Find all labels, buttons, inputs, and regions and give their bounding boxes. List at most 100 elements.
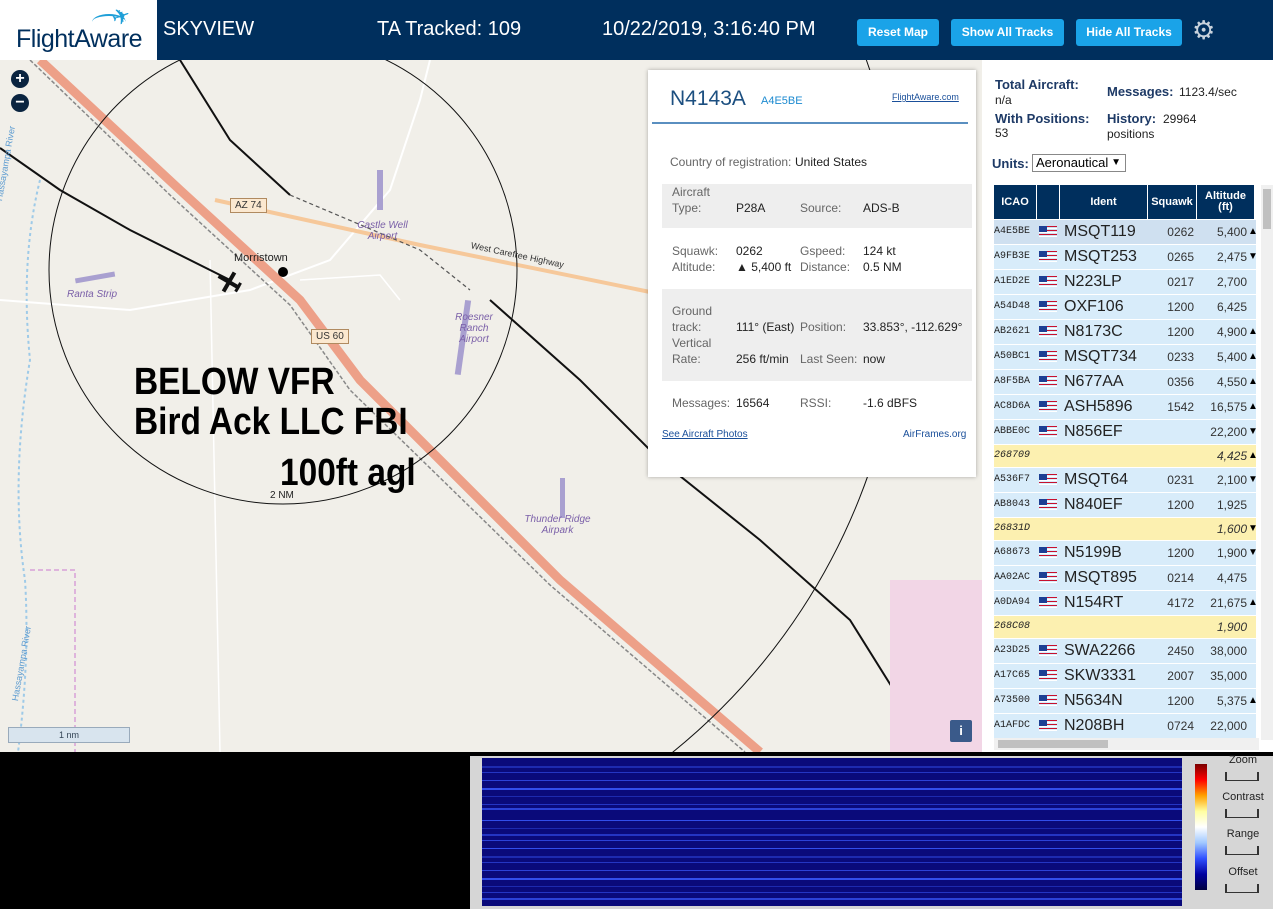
horizontal-scrollbar[interactable] [994, 738, 1259, 750]
country-value: United States [795, 155, 868, 169]
table-row[interactable]: A50BC1 MSQT734 0233 5,400 ▲ [994, 345, 1258, 369]
row-icao: A0DA94 [994, 597, 1031, 608]
us-flag-icon [1039, 376, 1057, 387]
spectrum-band [482, 808, 1182, 810]
position-value: 33.853°, -112.629° [863, 320, 963, 334]
spectrum-band [482, 898, 1182, 900]
row-altitude: 5,400 [1216, 225, 1247, 239]
row-icao: A536F7 [994, 474, 1031, 485]
table-row[interactable]: A17C65 SKW3331 2007 35,000 [994, 664, 1256, 688]
zoom-out-button[interactable]: − [11, 94, 29, 112]
row-squawk: 0231 [1167, 473, 1194, 487]
row-altitude: 1,900 [1216, 620, 1247, 634]
table-row[interactable]: AA02AC MSQT895 0214 4,475 [994, 566, 1256, 590]
settings-gear-icon[interactable]: ⚙ [1192, 15, 1215, 46]
us-flag-icon [1039, 645, 1057, 656]
contrast-control-slider[interactable] [1225, 809, 1259, 818]
row-icao: 268709 [994, 450, 1031, 461]
us-flag-icon [1039, 499, 1057, 510]
roesner-ranch-airport-label: Roesner Ranch Airport [455, 312, 493, 345]
spectrum-band [482, 856, 1182, 858]
aircraft-photos-link[interactable]: See Aircraft Photos [662, 429, 748, 440]
hide-all-tracks-button[interactable]: Hide All Tracks [1076, 19, 1182, 46]
table-row[interactable]: 26831D 1,600 ▼ [994, 518, 1258, 540]
table-row[interactable]: A9FB3E MSQT253 0265 2,475 ▼ [994, 245, 1258, 269]
column-header-squawk[interactable]: Squawk [1148, 185, 1196, 219]
table-row[interactable]: A4E5BE MSQT119 0262 5,400 ▲ [994, 220, 1258, 244]
row-ident: N677AA [1064, 373, 1124, 390]
row-icao: A50BC1 [994, 351, 1031, 362]
range-ring-label: 2 NM [270, 490, 294, 501]
table-row[interactable]: 268C08 1,900 [994, 616, 1256, 638]
messages-label: Messages: [672, 396, 731, 410]
table-row[interactable]: A68673 N5199B 1200 1,900 ▼ [994, 541, 1258, 565]
map-info-button[interactable]: i [950, 720, 972, 742]
zoom-in-button[interactable]: + [11, 70, 29, 88]
with-positions-label: With Positions: [995, 111, 1090, 126]
history-value: 29964 [1163, 112, 1197, 126]
thunder-ridge-airpark-label: Thunder Ridge Airpark [524, 514, 591, 536]
gspeed-label: Gspeed: [800, 244, 846, 258]
column-header-ident[interactable]: Ident [1060, 185, 1147, 219]
table-row[interactable]: A73500 N5634N 1200 5,375 ▲ [994, 689, 1258, 713]
row-squawk: 0724 [1167, 719, 1194, 733]
table-row[interactable]: A1AFDC N208BH 0724 22,000 [994, 714, 1256, 738]
horizontal-scroll-thumb[interactable] [998, 740, 1108, 748]
vertical-scroll-thumb[interactable] [1263, 189, 1271, 229]
overlay-line-2: Bird Ack LLC FBI [134, 401, 408, 443]
zoom-control-slider[interactable] [1225, 772, 1259, 781]
column-header-altitude[interactable]: Altitude (ft) [1197, 185, 1254, 219]
show-all-tracks-button[interactable]: Show All Tracks [951, 19, 1064, 46]
us60-shield: US 60 [311, 329, 349, 344]
row-icao: A17C65 [994, 670, 1031, 681]
airframes-link[interactable]: AirFrames.org [903, 429, 966, 440]
table-row[interactable]: AB2621 N8173C 1200 4,900 ▲ [994, 320, 1258, 344]
row-altitude-trend: ▲ [1248, 376, 1258, 387]
row-altitude: 2,700 [1216, 275, 1247, 289]
town-label: Morristown [234, 252, 288, 264]
row-icao: A68673 [994, 547, 1031, 558]
waterfall-spectrum[interactable] [482, 758, 1182, 906]
reset-map-button[interactable]: Reset Map [857, 19, 939, 46]
offset-control-slider[interactable] [1225, 884, 1259, 893]
vertical-scrollbar[interactable] [1261, 185, 1273, 740]
minor-road [209, 259, 221, 752]
table-row[interactable]: A1ED2E N223LP 0217 2,700 [994, 270, 1256, 294]
table-row[interactable]: AC8D6A ASH5896 1542 16,575 ▲ [994, 395, 1258, 419]
table-row[interactable]: A536F7 MSQT64 0231 2,100 ▼ [994, 468, 1258, 492]
us-flag-icon [1039, 695, 1057, 706]
row-squawk: 0214 [1167, 571, 1194, 585]
table-row[interactable]: A0DA94 N154RT 4172 21,675 ▲ [994, 591, 1258, 615]
column-header-icao[interactable]: ICAO [994, 185, 1036, 219]
table-row[interactable]: A8F5BA N677AA 0356 4,550 ▲ [994, 370, 1258, 394]
type-source-row: Aircraft Type: P28A Source: ADS-B [662, 184, 972, 228]
spectrum-band [482, 796, 1182, 797]
table-row[interactable]: A54D48 OXF106 1200 6,425 [994, 295, 1256, 319]
table-row[interactable]: AB8043 N840EF 1200 1,925 [994, 493, 1256, 517]
row-altitude-trend: ▲ [1248, 351, 1258, 362]
flightaware-logo[interactable]: ✈ FlightAware [0, 0, 157, 60]
table-row[interactable]: A23D25 SWA2266 2450 38,000 [994, 639, 1256, 663]
row-squawk: 1200 [1167, 694, 1194, 708]
spectrum-band [482, 886, 1182, 887]
row-icao: A73500 [994, 695, 1031, 706]
row-ident: SWA2266 [1064, 642, 1136, 659]
altitude-value: ▲ 5,400 ft [736, 260, 792, 274]
row-altitude: 1,900 [1216, 546, 1247, 560]
row-altitude: 2,475 [1216, 250, 1247, 264]
distance-value: 0.5 NM [863, 260, 902, 274]
us-flag-icon [1039, 474, 1057, 485]
range-control-slider[interactable] [1225, 846, 1259, 855]
row-icao: A8F5BA [994, 376, 1031, 387]
spectrum-band [482, 834, 1182, 836]
row-ident: MSQT253 [1064, 248, 1137, 265]
row-squawk: 2007 [1167, 669, 1194, 683]
row-squawk: 1200 [1167, 325, 1194, 339]
flightaware-link[interactable]: FlightAware.com [892, 92, 959, 102]
table-row[interactable]: ABBE0C N856EF 22,200 ▼ [994, 420, 1258, 444]
boundary-line [30, 569, 76, 752]
table-row[interactable]: 268709 4,425 ▲ [994, 445, 1258, 467]
units-select[interactable]: Aeronautical ▼ [1032, 154, 1126, 172]
column-header-flag[interactable] [1037, 185, 1059, 219]
track-position-row: Ground track: 111° (East) Position: 33.8… [662, 289, 972, 381]
